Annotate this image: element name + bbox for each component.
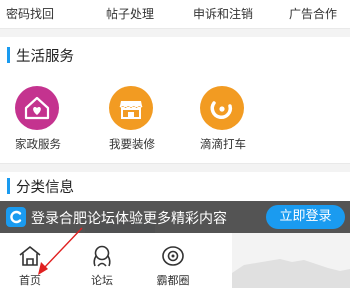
section-accent-bar [7, 178, 10, 194]
section-accent-bar [7, 47, 10, 63]
top-links-row: 密码找回 帖子处理 申诉和注销 广告合作 [0, 0, 350, 30]
bottom-tab-bar: 首页 论坛 霸都圈 [0, 233, 232, 288]
section-label: 生活服务 [16, 49, 74, 65]
section-title-life-services: 生活服务 [0, 45, 200, 65]
login-now-button[interactable]: 立即登录 [266, 205, 345, 229]
section-gap [0, 164, 350, 172]
background-image-fragment [232, 233, 350, 288]
service-didi[interactable]: 滴滴打车 [188, 86, 258, 156]
password-recovery-link[interactable]: 密码找回 [6, 5, 54, 22]
appeal-cancel-link[interactable]: 申诉和注销 [193, 5, 253, 22]
section-gap [0, 29, 350, 37]
forum-logo-icon [6, 207, 26, 227]
section-label: 分类信息 [16, 180, 74, 196]
tab-home[interactable]: 首页 [0, 233, 60, 288]
ad-cooperation-link[interactable]: 广告合作 [289, 5, 337, 22]
forum-icon [89, 244, 115, 272]
post-handling-link[interactable]: 帖子处理 [106, 5, 154, 22]
tab-label: 论坛 [91, 274, 113, 287]
didi-icon [200, 86, 244, 130]
tab-badu-circle[interactable]: 霸都圈 [143, 233, 203, 288]
storefront-icon [109, 86, 153, 130]
section-title-classified-info: 分类信息 [0, 176, 200, 196]
login-prompt-text: 登录合肥论坛体验更多精彩内容 [31, 211, 227, 227]
service-housekeeping[interactable]: 家政服务 [3, 86, 73, 156]
tab-label: 霸都圈 [156, 274, 190, 287]
login-banner: 登录合肥论坛体验更多精彩内容 立即登录 [0, 201, 350, 233]
tab-forum[interactable]: 论坛 [72, 233, 132, 288]
home-icon [17, 244, 43, 272]
service-label: 家政服务 [15, 137, 61, 151]
service-renovation[interactable]: 我要装修 [97, 86, 167, 156]
house-heart-icon [15, 86, 59, 130]
tab-label: 首页 [19, 274, 41, 287]
circle-icon [160, 244, 186, 272]
service-label: 滴滴打车 [200, 137, 246, 151]
service-label: 我要装修 [109, 137, 155, 151]
